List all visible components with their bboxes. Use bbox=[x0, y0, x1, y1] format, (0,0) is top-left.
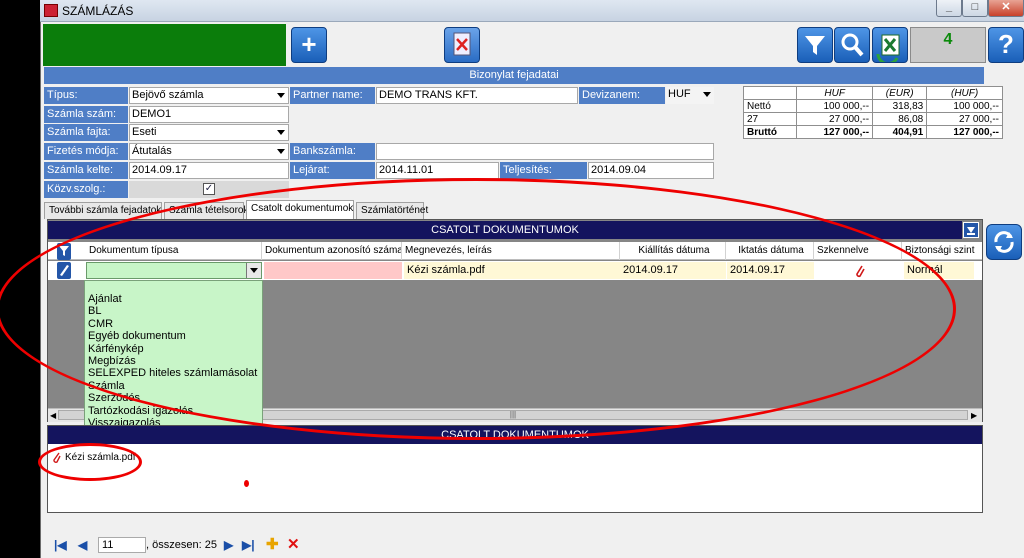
summary-cell: 86,08 bbox=[872, 112, 928, 126]
due-date-label: Lejárat: bbox=[290, 162, 375, 179]
add-record-icon[interactable]: ✚ bbox=[266, 535, 279, 553]
invoice-date-label: Számla kelte: bbox=[44, 162, 128, 179]
delete-document-button[interactable] bbox=[444, 27, 480, 63]
plus-icon: + bbox=[301, 29, 317, 59]
public-utility-checkbox[interactable]: ✓ bbox=[203, 183, 215, 195]
summary-cell: 127 000,-- bbox=[796, 125, 874, 139]
payment-method-select[interactable]: Átutalás bbox=[129, 143, 289, 160]
maximize-button[interactable]: □ bbox=[962, 0, 988, 17]
chevron-down-icon bbox=[277, 93, 285, 98]
prev-record-icon[interactable]: ◀ bbox=[78, 538, 87, 552]
summary-cell: 27 000,-- bbox=[926, 112, 1003, 126]
first-record-icon[interactable]: |◀ bbox=[54, 538, 67, 552]
chevron-down-icon bbox=[703, 92, 711, 97]
invoice-number-label: Számla szám: bbox=[44, 106, 128, 123]
summary-cell: 27 000,-- bbox=[796, 112, 874, 126]
summary-header: (EUR) bbox=[872, 86, 928, 100]
invoice-kind-label: Számla fajta: bbox=[44, 124, 128, 141]
bank-account-field[interactable] bbox=[376, 143, 714, 160]
status-panel bbox=[43, 24, 286, 66]
chevron-down-icon bbox=[277, 149, 285, 154]
currency-value: HUF bbox=[668, 88, 691, 100]
invoice-date-field[interactable]: 2014.09.17 bbox=[129, 162, 289, 179]
annotation-dot bbox=[244, 480, 249, 487]
record-navigator: |◀ ◀ 11 , összesen: 25 ▶ ▶| ✚ ✕ bbox=[44, 535, 1024, 555]
summary-header bbox=[742, 86, 798, 100]
invoice-number-field[interactable]: DEMO1 bbox=[129, 106, 289, 123]
payment-method-label: Fizetés módja: bbox=[44, 143, 128, 160]
public-utility-label: Közv.szolg.: bbox=[44, 181, 128, 198]
collapse-button[interactable] bbox=[963, 222, 979, 238]
delete-doc-icon bbox=[453, 32, 471, 56]
title-bar: SZÁMLÁZÁS _ □ ✕ bbox=[40, 0, 1024, 22]
summary-cell: 318,83 bbox=[872, 99, 928, 113]
chevron-down-icon bbox=[277, 130, 285, 135]
refresh-icon bbox=[994, 231, 1014, 253]
due-date-field[interactable]: 2014.11.01 bbox=[376, 162, 499, 179]
summary-header: (HUF) bbox=[926, 86, 1003, 100]
filter-icon bbox=[805, 36, 825, 55]
delete-record-icon[interactable]: ✕ bbox=[287, 535, 300, 553]
summary-cell: 127 000,-- bbox=[926, 125, 1003, 139]
fulfillment-field[interactable]: 2014.09.04 bbox=[588, 162, 714, 179]
excel-icon bbox=[876, 34, 900, 66]
summary-header: HUF bbox=[796, 86, 874, 100]
search-icon bbox=[841, 33, 864, 57]
invoice-kind-value: Eseti bbox=[132, 126, 157, 138]
payment-method-value: Átutalás bbox=[132, 145, 172, 157]
currency-label: Devizanem: bbox=[579, 87, 665, 104]
summary-cell: 100 000,-- bbox=[926, 99, 1003, 113]
scroll-right-icon[interactable]: ▶ bbox=[971, 411, 977, 420]
summary-table: HUF (EUR) (HUF) Nettó 100 000,-- 318,83 … bbox=[742, 86, 1003, 139]
window-title: SZÁMLÁZÁS bbox=[62, 4, 134, 18]
summary-cell: Nettó bbox=[742, 99, 798, 113]
partner-label: Partner name: bbox=[290, 87, 375, 104]
summary-cell: Bruttó bbox=[742, 125, 798, 139]
section-header: Bizonylat fejadatai bbox=[44, 67, 984, 84]
app-icon bbox=[44, 4, 58, 17]
record-total-text: , összesen: 25 bbox=[146, 539, 217, 551]
search-button[interactable] bbox=[834, 27, 870, 63]
type-select[interactable]: Bejövő számla bbox=[129, 87, 289, 104]
close-button[interactable]: ✕ bbox=[988, 0, 1024, 17]
record-counter: 4 bbox=[910, 27, 986, 63]
add-button[interactable]: + bbox=[291, 27, 327, 63]
bank-account-label: Bankszámla: bbox=[290, 143, 375, 160]
record-number-field[interactable]: 11 bbox=[98, 537, 146, 553]
type-label: Típus: bbox=[44, 87, 128, 104]
excel-export-button[interactable] bbox=[872, 27, 908, 66]
fulfillment-label: Teljesítés: bbox=[500, 162, 587, 179]
scroll-left-icon[interactable]: ◀ bbox=[50, 411, 56, 420]
next-record-icon[interactable]: ▶ bbox=[224, 538, 233, 552]
refresh-button[interactable] bbox=[986, 224, 1022, 260]
filter-button[interactable] bbox=[797, 27, 833, 63]
annotation-ellipse-large bbox=[0, 178, 956, 440]
help-button[interactable]: ? bbox=[988, 27, 1024, 63]
minimize-button[interactable]: _ bbox=[936, 0, 962, 17]
summary-cell: 404,91 bbox=[872, 125, 928, 139]
last-record-icon[interactable]: ▶| bbox=[242, 538, 255, 552]
type-value: Bejövő számla bbox=[132, 89, 204, 101]
summary-cell: 27 bbox=[742, 112, 798, 126]
currency-select[interactable]: HUF bbox=[666, 87, 714, 104]
invoice-kind-select[interactable]: Eseti bbox=[129, 124, 289, 141]
annotation-ellipse-small bbox=[38, 443, 142, 481]
partner-field[interactable]: DEMO TRANS KFT. bbox=[376, 87, 578, 104]
chevron-down-icon bbox=[967, 227, 975, 235]
summary-cell: 100 000,-- bbox=[796, 99, 874, 113]
